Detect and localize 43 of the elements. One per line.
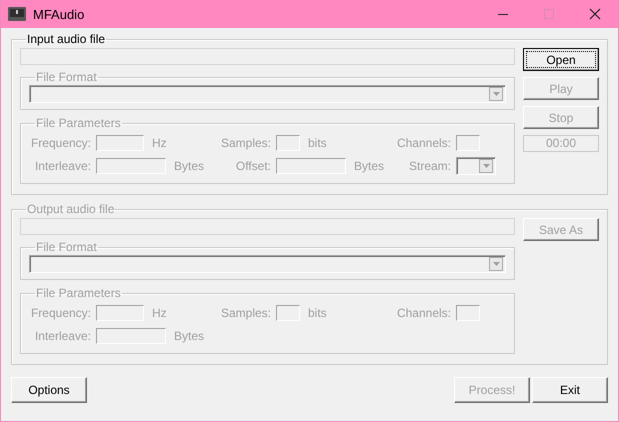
format-dropdown[interactable]: [29, 255, 506, 273]
unit-label: bits: [308, 136, 327, 150]
field-label: Frequency:: [30, 306, 91, 320]
input-field[interactable]: [96, 328, 166, 344]
group-title: Output audio file: [26, 203, 116, 216]
unit-label: Bytes: [354, 158, 384, 172]
unit-label: Hz: [152, 136, 167, 150]
window-title: MFAudio: [33, 6, 84, 22]
input-field[interactable]: [96, 304, 144, 320]
input-field[interactable]: [96, 158, 166, 174]
button[interactable]: Exit: [532, 377, 608, 403]
input-field[interactable]: [276, 134, 300, 150]
group-title: Input audio file: [26, 33, 106, 46]
input-field[interactable]: [96, 134, 144, 150]
button[interactable]: Options: [11, 377, 87, 403]
unit-label: Hz: [152, 306, 167, 320]
file-path-field[interactable]: [20, 218, 515, 235]
field-label: Frequency:: [30, 136, 91, 150]
time-display: 00:00: [523, 135, 599, 152]
group-title: File Parameters: [35, 117, 122, 130]
app-icon: [8, 7, 26, 21]
stream-dropdown[interactable]: [456, 156, 496, 174]
button[interactable]: Open: [523, 48, 599, 71]
unit-label: bits: [308, 306, 327, 320]
group-title: File Parameters: [35, 287, 122, 300]
field-label: Samples:: [220, 306, 271, 320]
group-title: File Format: [35, 241, 98, 254]
input-field[interactable]: [276, 158, 346, 174]
field-label: Interleave:: [34, 158, 91, 172]
field-label: Offset:: [234, 158, 271, 172]
field-label: Stream:: [408, 158, 451, 172]
input-field[interactable]: [276, 304, 300, 320]
input-field[interactable]: [456, 304, 480, 320]
unit-label: Bytes: [174, 328, 204, 342]
field-label: Channels:: [396, 306, 451, 320]
input-field[interactable]: [456, 134, 480, 150]
file-path-field[interactable]: [20, 48, 515, 65]
field-label: Interleave:: [34, 328, 91, 342]
group-title: File Format: [35, 71, 98, 84]
format-dropdown[interactable]: [29, 85, 506, 103]
field-label: Samples:: [220, 136, 271, 150]
field-label: Channels:: [396, 136, 451, 150]
unit-label: Bytes: [174, 158, 204, 172]
